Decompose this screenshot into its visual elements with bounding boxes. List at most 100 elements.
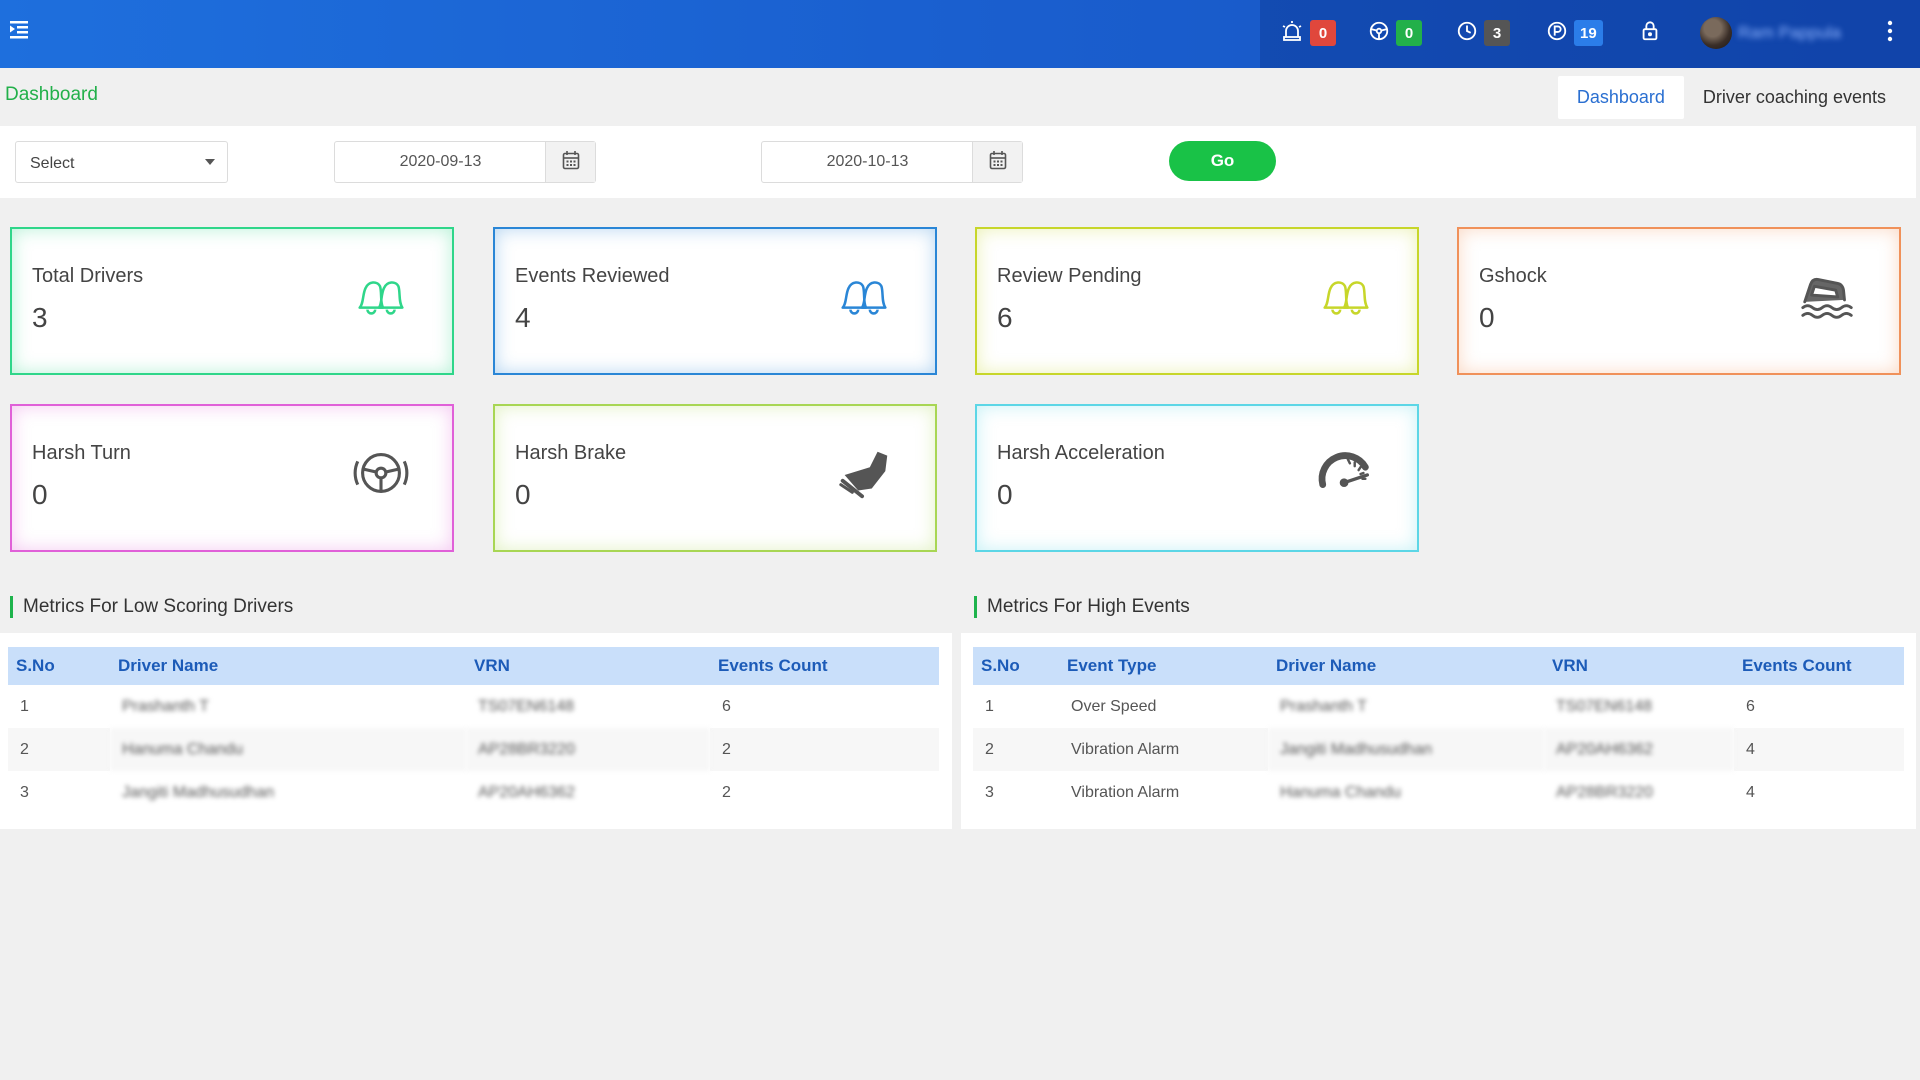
- card-total-drivers[interactable]: Total Drivers 3: [10, 227, 454, 375]
- cell-sno: 1: [20, 697, 29, 715]
- table-row[interactable]: 3 Vibration Alarm Hanuma Chandu AP28BR32…: [973, 771, 1904, 814]
- col-driver-name[interactable]: Driver Name: [110, 647, 466, 685]
- calendar-icon: [562, 150, 580, 175]
- high-events-title: Metrics For High Events: [974, 596, 1190, 618]
- cell-driver-name: Prashanth T: [1280, 697, 1367, 715]
- calendar-icon: [989, 150, 1007, 175]
- card-harsh-brake[interactable]: Harsh Brake 0: [493, 404, 937, 552]
- col-vrn[interactable]: VRN: [1544, 647, 1734, 685]
- high-events-table: S.No Event Type Driver Name VRN Events C…: [973, 647, 1904, 814]
- card-label: Events Reviewed: [515, 265, 670, 287]
- lock-icon: [1640, 20, 1660, 47]
- clock-notifications[interactable]: 3: [1456, 17, 1510, 49]
- cell-event-type: Over Speed: [1071, 697, 1157, 715]
- col-driver-name[interactable]: Driver Name: [1268, 647, 1544, 685]
- parking-count-badge: 19: [1574, 20, 1603, 46]
- cell-sno: 2: [8, 728, 110, 771]
- start-date-calendar-button[interactable]: [545, 142, 595, 182]
- card-label: Harsh Acceleration: [997, 442, 1165, 464]
- card-value: 0: [1479, 302, 1495, 333]
- table-row[interactable]: 2 Vibration Alarm Jangiti Madhusudhan AP…: [973, 728, 1904, 771]
- speedometer-icon: [1315, 442, 1377, 504]
- start-date-picker: 2020-09-13: [334, 141, 596, 183]
- cell-vrn: AP28BR3220: [1556, 783, 1653, 801]
- alarm-count-badge: 0: [1310, 20, 1336, 46]
- clock-icon: [1456, 20, 1478, 47]
- high-events-panel: S.No Event Type Driver Name VRN Events C…: [961, 633, 1916, 829]
- user-name: Ram Pappula: [1738, 23, 1842, 42]
- table-row[interactable]: 2 Hanuma Chandu AP28BR3220 2: [8, 728, 939, 771]
- end-date-input[interactable]: 2020-10-13: [762, 142, 973, 182]
- col-sno[interactable]: S.No: [8, 647, 110, 685]
- lock-button[interactable]: [1640, 17, 1660, 49]
- card-value: 3: [32, 302, 48, 333]
- card-value: 0: [515, 479, 531, 510]
- tab-driver-coaching-events[interactable]: Driver coaching events: [1684, 76, 1905, 119]
- bell-icon: [833, 265, 895, 327]
- top-nav-right: 0 0 3 19 Ram Pappula: [1260, 0, 1920, 68]
- avatar: [1700, 17, 1732, 49]
- cell-driver-name: Jangiti Madhusudhan: [1268, 728, 1544, 771]
- cell-events-count: 2: [722, 783, 731, 801]
- cell-events-count: 4: [1734, 728, 1904, 771]
- table-row[interactable]: 3 Jangiti Madhusudhan AP20AH6362 2: [8, 771, 939, 814]
- tab-dashboard[interactable]: Dashboard: [1557, 76, 1684, 119]
- steering-notifications[interactable]: 0: [1368, 17, 1422, 49]
- cell-event-type: Vibration Alarm: [1071, 783, 1180, 801]
- col-sno[interactable]: S.No: [973, 647, 1059, 685]
- cell-sno: 1: [985, 697, 994, 715]
- top-navbar: 0 0 3 19 Ram Pappula: [0, 0, 1920, 68]
- go-button[interactable]: Go: [1169, 141, 1276, 181]
- cell-vrn: AP20AH6362: [478, 783, 575, 801]
- start-date-input[interactable]: 2020-09-13: [335, 142, 546, 182]
- low-scoring-panel: S.No Driver Name VRN Events Count 1 Pras…: [0, 633, 952, 829]
- cell-sno: 3: [985, 783, 994, 801]
- clock-count-badge: 3: [1484, 20, 1510, 46]
- card-label: Harsh Turn: [32, 442, 131, 464]
- more-options-button[interactable]: [1886, 17, 1894, 49]
- card-value: 6: [997, 302, 1013, 333]
- col-events-count[interactable]: Events Count: [710, 647, 939, 685]
- col-vrn[interactable]: VRN: [466, 647, 710, 685]
- bell-icon: [350, 265, 412, 327]
- end-date-calendar-button[interactable]: [972, 142, 1022, 182]
- breadcrumb[interactable]: Dashboard: [5, 84, 98, 106]
- card-harsh-turn[interactable]: Harsh Turn 0: [10, 404, 454, 552]
- caret-down-icon: [205, 159, 215, 165]
- low-scoring-table: S.No Driver Name VRN Events Count 1 Pras…: [8, 647, 939, 814]
- menu-collapse-icon[interactable]: [8, 18, 32, 42]
- cell-events-count: 6: [1746, 697, 1755, 715]
- card-events-reviewed[interactable]: Events Reviewed 4: [493, 227, 937, 375]
- cell-driver-name: Hanuma Chandu: [1280, 783, 1401, 801]
- card-review-pending[interactable]: Review Pending 6: [975, 227, 1419, 375]
- filter-select[interactable]: Select: [15, 141, 228, 183]
- subheader: Dashboard Dashboard Driver coaching even…: [0, 68, 1920, 126]
- table-row[interactable]: 1 Over Speed Prashanth T TS07EN6148 6: [973, 685, 1904, 728]
- cell-events-count: 4: [1746, 783, 1755, 801]
- col-events-count[interactable]: Events Count: [1734, 647, 1904, 685]
- card-harsh-acceleration[interactable]: Harsh Acceleration 0: [975, 404, 1419, 552]
- card-value: 0: [32, 479, 48, 510]
- col-event-type[interactable]: Event Type: [1059, 647, 1268, 685]
- card-value: 4: [515, 302, 531, 333]
- cell-vrn: TS07EN6148: [1556, 697, 1653, 715]
- user-menu[interactable]: Ram Pappula: [1700, 17, 1841, 49]
- table-header-row: S.No Driver Name VRN Events Count: [8, 647, 939, 685]
- card-label: Harsh Brake: [515, 442, 627, 464]
- parking-notifications[interactable]: 19: [1546, 17, 1603, 49]
- cell-events-count: 6: [722, 697, 731, 715]
- low-scoring-title: Metrics For Low Scoring Drivers: [10, 596, 293, 618]
- card-gshock[interactable]: Gshock 0: [1457, 227, 1901, 375]
- cell-events-count: 2: [710, 728, 939, 771]
- cell-vrn: AP28BR3220: [466, 728, 710, 771]
- cell-driver-name: Jangiti Madhusudhan: [122, 783, 275, 801]
- end-date-picker: 2020-10-13: [761, 141, 1023, 183]
- filter-select-value: Select: [30, 155, 75, 172]
- alarm-light-icon: [1280, 19, 1304, 48]
- cell-sno: 3: [20, 783, 29, 801]
- bell-icon: [1315, 265, 1377, 327]
- table-row[interactable]: 1 Prashanth T TS07EN6148 6: [8, 685, 939, 728]
- table-header-row: S.No Event Type Driver Name VRN Events C…: [973, 647, 1904, 685]
- alarm-notifications[interactable]: 0: [1280, 17, 1336, 49]
- cell-vrn: TS07EN6148: [478, 697, 575, 715]
